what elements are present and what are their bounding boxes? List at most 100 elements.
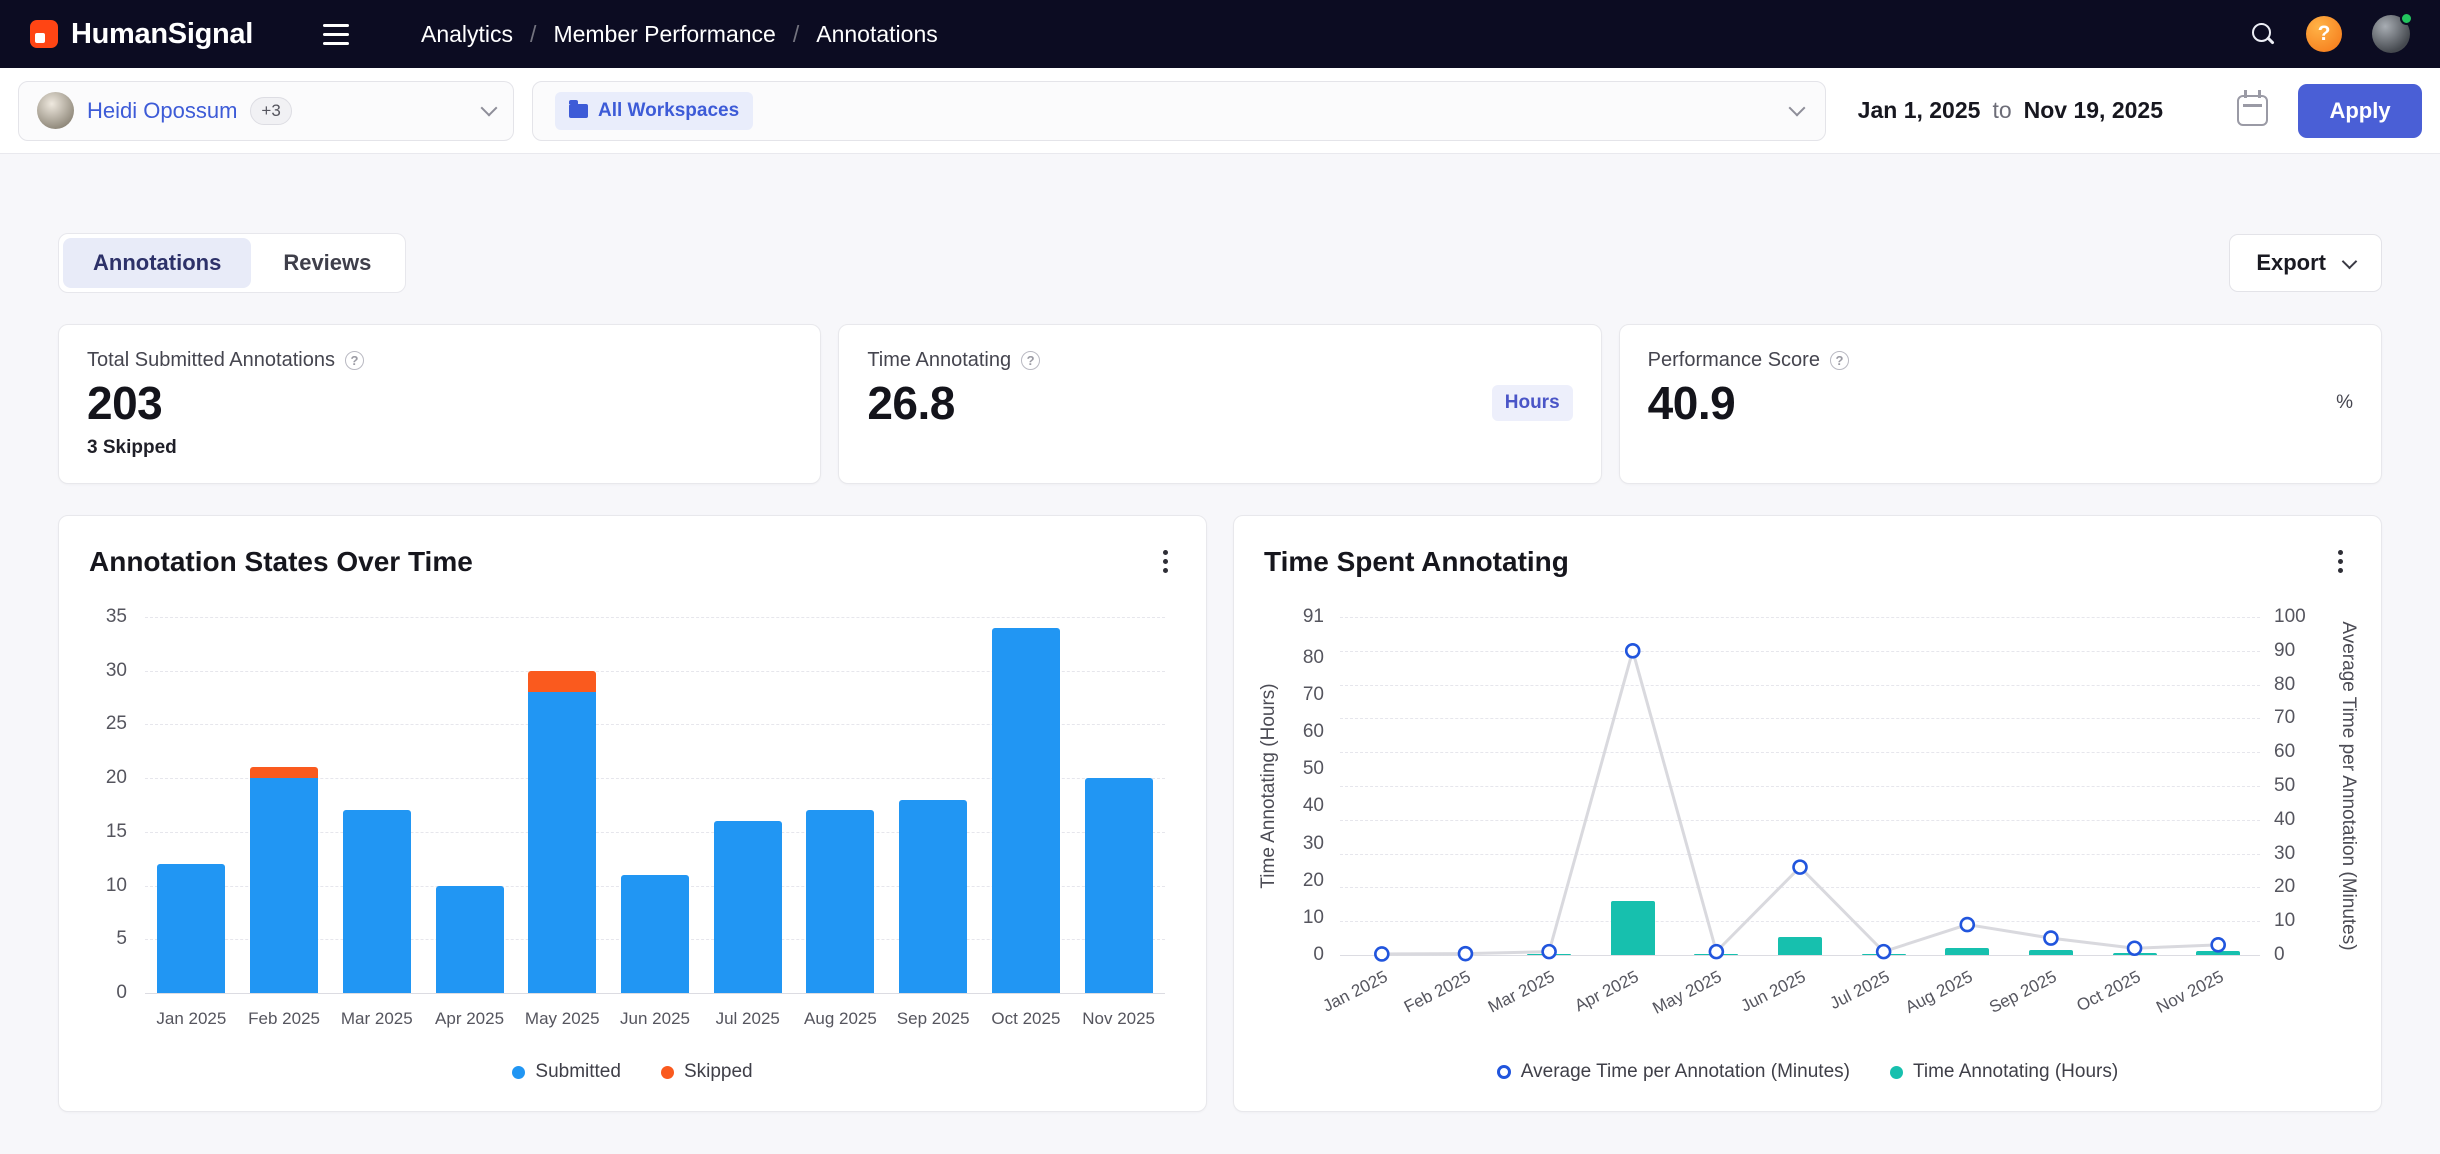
bar-may-2025[interactable] <box>528 671 596 993</box>
stats-row: Total Submitted Annotations 203 3 Skippe… <box>58 324 2382 484</box>
calendar-icon[interactable] <box>2237 95 2268 126</box>
legend-item-submitted[interactable]: Submitted <box>512 1061 621 1083</box>
bar-segment-submitted <box>1085 778 1153 993</box>
bar-oct-2025[interactable] <box>992 628 1060 993</box>
stat-card-time-annotating: Time Annotating 26.8 Hours <box>838 324 1601 484</box>
tab-annotations[interactable]: Annotations <box>63 238 251 288</box>
left-axis-tick: 20 <box>1280 870 1324 892</box>
breadcrumb-annotations[interactable]: Annotations <box>816 21 937 48</box>
right-axis-tick: 50 <box>2274 775 2316 797</box>
left-axis-tick: 91 <box>1280 606 1324 628</box>
x-axis-label: Aug 2025 <box>1902 967 1976 1018</box>
member-avatar <box>37 92 74 129</box>
bar-segment-submitted <box>436 886 504 993</box>
stat-label: Total Submitted Annotations <box>87 349 335 372</box>
y-axis-tick: 20 <box>89 767 127 789</box>
right-axis-tick: 100 <box>2274 606 2316 628</box>
right-axis-tick: 60 <box>2274 741 2316 763</box>
workspace-chip[interactable]: All Workspaces <box>555 92 753 130</box>
x-axis-label: Sep 2025 <box>897 1009 970 1029</box>
bar-segment-submitted <box>714 821 782 993</box>
average-time-line <box>1340 617 2260 955</box>
search-icon[interactable] <box>2250 21 2276 47</box>
bar-jun-2025[interactable] <box>621 875 689 993</box>
apply-button[interactable]: Apply <box>2298 84 2422 138</box>
y-axis-tick: 15 <box>89 821 127 843</box>
legend-dot <box>1890 1066 1903 1079</box>
skipped-footnote: 3 Skipped <box>87 437 792 459</box>
bar-sep-2025[interactable] <box>899 800 967 993</box>
breadcrumb-separator: / <box>793 21 799 48</box>
x-axis-label: Sep 2025 <box>1986 967 2060 1018</box>
annotation-states-chart: 05101520253035Jan 2025Feb 2025Mar 2025Ap… <box>89 617 1176 993</box>
bar-segment-submitted <box>621 875 689 993</box>
bar-mar-2025[interactable] <box>343 810 411 993</box>
bar-jul-2025[interactable] <box>714 821 782 993</box>
line-marker-sep-2025 <box>2044 932 2057 945</box>
bar-segment-submitted <box>992 628 1060 993</box>
bar-aug-2025[interactable] <box>806 810 874 993</box>
right-axis-tick: 90 <box>2274 640 2316 662</box>
bar-segment-submitted <box>806 810 874 993</box>
tab-reviews[interactable]: Reviews <box>253 238 401 288</box>
breadcrumb: Analytics / Member Performance / Annotat… <box>421 21 938 48</box>
info-icon[interactable] <box>1021 351 1040 370</box>
annotation-states-card: Annotation States Over Time 051015202530… <box>58 515 1207 1112</box>
x-axis-label: Nov 2025 <box>1082 1009 1155 1029</box>
tabs-row: Annotations Reviews Export <box>58 233 2382 293</box>
chart-options-menu[interactable] <box>1155 542 1176 581</box>
folder-icon <box>569 104 588 118</box>
bar-chart-plot <box>145 617 1165 993</box>
bar-feb-2025[interactable] <box>250 767 318 993</box>
right-axis-tick: 70 <box>2274 707 2316 729</box>
legend-item-average-time-per-annotation-minutes[interactable]: Average Time per Annotation (Minutes) <box>1497 1061 1850 1083</box>
line-marker-feb-2025 <box>1459 947 1472 960</box>
info-icon[interactable] <box>345 351 364 370</box>
line-marker-nov-2025 <box>2212 938 2225 951</box>
x-axis-label: Oct 2025 <box>2073 967 2144 1016</box>
chevron-down-icon <box>481 99 498 116</box>
bar-segment-submitted <box>343 810 411 993</box>
line-marker-jun-2025 <box>1794 861 1807 874</box>
member-select[interactable]: Heidi Opossum +3 <box>18 81 514 141</box>
percent-unit: % <box>2336 392 2353 414</box>
breadcrumb-separator: / <box>530 21 536 48</box>
legend-label: Time Annotating (Hours) <box>1913 1061 2118 1083</box>
info-icon[interactable] <box>1830 351 1849 370</box>
bar-apr-2025[interactable] <box>436 886 504 993</box>
stat-label: Performance Score <box>1648 349 1820 372</box>
workspace-chip-label: All Workspaces <box>598 100 739 122</box>
hamburger-menu-button[interactable] <box>317 18 355 51</box>
brand[interactable]: HumanSignal <box>30 18 253 51</box>
member-extra-count-badge: +3 <box>250 97 291 125</box>
x-axis-label: Feb 2025 <box>1401 967 1474 1017</box>
bar-segment-submitted <box>528 692 596 993</box>
bar-nov-2025[interactable] <box>1085 778 1153 993</box>
breadcrumb-analytics[interactable]: Analytics <box>421 21 513 48</box>
date-range-picker[interactable]: Jan 1, 2025 to Nov 19, 2025 <box>1826 95 2268 126</box>
x-axis-label: May 2025 <box>1650 967 1726 1019</box>
tabs: Annotations Reviews <box>58 233 406 293</box>
date-from: Jan 1, 2025 <box>1858 97 1981 124</box>
x-axis-label: Jun 2025 <box>1738 967 1809 1017</box>
combo-chart-plot <box>1340 617 2260 955</box>
bar-jan-2025[interactable] <box>157 864 225 993</box>
stat-label: Time Annotating <box>867 349 1011 372</box>
hours-unit-badge: Hours <box>1492 385 1573 421</box>
user-avatar[interactable] <box>2372 15 2410 53</box>
y-axis-tick: 25 <box>89 713 127 735</box>
chart-title: Annotation States Over Time <box>89 546 473 578</box>
help-button[interactable] <box>2306 16 2342 52</box>
workspace-select[interactable]: All Workspaces <box>532 81 1826 141</box>
legend-label: Submitted <box>535 1061 621 1083</box>
x-axis-label: Jan 2025 <box>1319 967 1390 1017</box>
export-button[interactable]: Export <box>2229 234 2382 292</box>
legend-item-time-annotating-hours[interactable]: Time Annotating (Hours) <box>1890 1061 2118 1083</box>
x-axis-label: Aug 2025 <box>804 1009 877 1029</box>
filter-bar: Heidi Opossum +3 All Workspaces Jan 1, 2… <box>0 68 2440 154</box>
left-axis-tick: 10 <box>1280 907 1324 929</box>
legend-item-skipped[interactable]: Skipped <box>661 1061 753 1083</box>
stat-card-total-submitted: Total Submitted Annotations 203 3 Skippe… <box>58 324 821 484</box>
breadcrumb-member-performance[interactable]: Member Performance <box>553 21 775 48</box>
chart-options-menu[interactable] <box>2330 542 2351 581</box>
